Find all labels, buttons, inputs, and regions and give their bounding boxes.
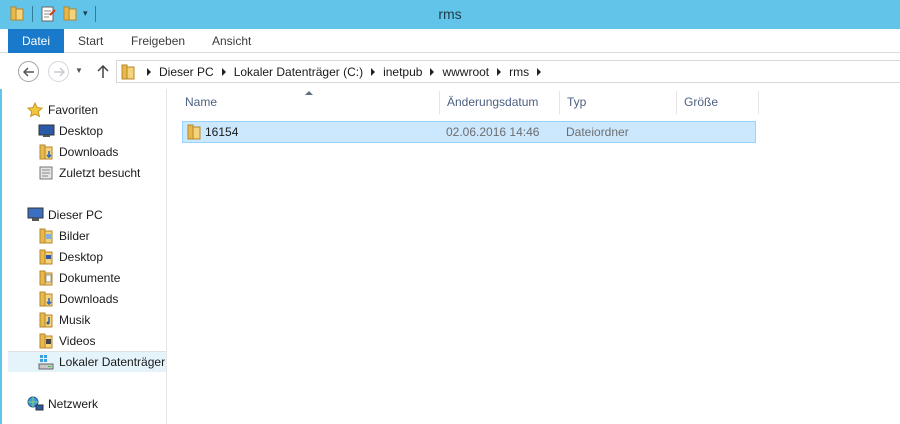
nav-item-videos[interactable]: Videos — [8, 330, 166, 351]
column-header-size[interactable]: Größe — [677, 91, 759, 114]
nav-favorites[interactable]: Favoriten — [8, 99, 166, 120]
desktop-folder-icon — [37, 248, 55, 266]
nav-item-label: Zuletzt besucht — [59, 165, 141, 180]
nav-item-favorites-desktop[interactable]: Desktop — [8, 120, 166, 141]
up-arrow-icon — [97, 65, 109, 78]
nav-item-label: Bilder — [59, 228, 90, 243]
forward-arrow-icon — [53, 66, 65, 77]
folder-icon — [187, 124, 203, 140]
nav-item-documents[interactable]: Dokumente — [8, 267, 166, 288]
nav-item-music[interactable]: Musik — [8, 309, 166, 330]
back-button[interactable] — [18, 61, 39, 82]
drive-icon — [37, 353, 55, 371]
back-arrow-icon — [22, 66, 34, 77]
music-folder-icon — [37, 311, 55, 329]
nav-item-label: Desktop — [59, 249, 104, 264]
up-button[interactable] — [95, 63, 111, 81]
file-row[interactable]: 16154 02.06.2016 14:46 Dateiordner — [182, 121, 756, 143]
window-border — [0, 53, 2, 424]
file-name: 16154 — [205, 125, 239, 139]
tab-datei[interactable]: Datei — [8, 29, 64, 53]
address-bar[interactable]: Dieser PC Lokaler Datenträger (C:) inetp… — [116, 60, 900, 83]
nav-item-label: Favoriten — [48, 102, 99, 117]
nav-network[interactable]: Netzwerk — [8, 393, 166, 414]
nav-item-label: Downloads — [59, 291, 119, 306]
file-list: Name Änderungsdatum Typ Größe 16154 02.0… — [167, 89, 900, 424]
breadcrumb-separator[interactable] — [497, 67, 502, 76]
column-header-name[interactable]: Name — [178, 91, 440, 114]
breadcrumb-separator[interactable] — [221, 67, 226, 76]
forward-button[interactable] — [48, 61, 69, 82]
breadcrumb-separator[interactable] — [371, 67, 376, 76]
recent-locations-dropdown-icon[interactable]: ▼ — [75, 66, 83, 75]
computer-icon — [26, 206, 44, 224]
nav-item-pictures[interactable]: Bilder — [8, 225, 166, 246]
nav-item-label: Videos — [59, 333, 96, 348]
breadcrumb-separator[interactable] — [430, 67, 435, 76]
star-icon — [26, 101, 44, 119]
tab-freigeben[interactable]: Freigeben — [131, 29, 185, 53]
nav-item-label: Dokumente — [59, 270, 121, 285]
column-header-date[interactable]: Änderungsdatum — [440, 91, 560, 114]
ribbon-tabs: Datei Start Freigeben Ansicht — [0, 29, 900, 53]
nav-item-local-disk[interactable]: Lokaler Datenträger — [8, 351, 166, 372]
breadcrumb-drive-c[interactable]: Lokaler Datenträger (C:) — [234, 65, 363, 79]
desktop-icon — [37, 122, 55, 140]
breadcrumb-separator[interactable] — [537, 67, 542, 76]
nav-item-label: Netzwerk — [48, 396, 99, 411]
file-modified-date: 02.06.2016 14:46 — [446, 125, 540, 139]
breadcrumb-inetpub[interactable]: inetpub — [383, 65, 422, 79]
network-icon — [26, 395, 44, 413]
nav-item-label: Desktop — [59, 123, 104, 138]
address-row: ▼ Dieser PC Lokaler Datenträger (C:) ine… — [0, 53, 900, 89]
window-title: rms — [438, 6, 462, 22]
tab-start[interactable]: Start — [78, 29, 103, 53]
pictures-folder-icon — [37, 227, 55, 245]
recent-places-icon — [37, 164, 55, 182]
nav-this-pc[interactable]: Dieser PC — [8, 204, 166, 225]
nav-item-label: Dieser PC — [48, 207, 103, 222]
address-folder-icon — [121, 64, 135, 80]
nav-item-recent-places[interactable]: Zuletzt besucht — [8, 162, 166, 183]
nav-item-label: Lokaler Datenträger — [59, 355, 166, 369]
documents-folder-icon — [37, 269, 55, 287]
downloads-folder-icon — [37, 143, 55, 161]
breadcrumb-dieser-pc[interactable]: Dieser PC — [159, 65, 214, 79]
nav-item-label: Downloads — [59, 144, 119, 159]
nav-item-pc-desktop[interactable]: Desktop — [8, 246, 166, 267]
nav-item-favorites-downloads[interactable]: Downloads — [8, 141, 166, 162]
column-header-type[interactable]: Typ — [560, 91, 677, 114]
videos-folder-icon — [37, 332, 55, 350]
downloads-folder-icon — [37, 290, 55, 308]
breadcrumb-separator[interactable] — [147, 67, 151, 76]
nav-item-label: Musik — [59, 312, 91, 327]
tab-ansicht[interactable]: Ansicht — [212, 29, 251, 53]
file-type: Dateiordner — [566, 125, 629, 139]
breadcrumb-wwwroot[interactable]: wwwroot — [442, 65, 489, 79]
nav-item-pc-downloads[interactable]: Downloads — [8, 288, 166, 309]
title-bar: ▾ rms — [0, 0, 900, 29]
navigation-pane: Favoriten Desktop Downloads Zuletzt besu… — [8, 89, 166, 424]
breadcrumb-rms[interactable]: rms — [509, 65, 529, 79]
